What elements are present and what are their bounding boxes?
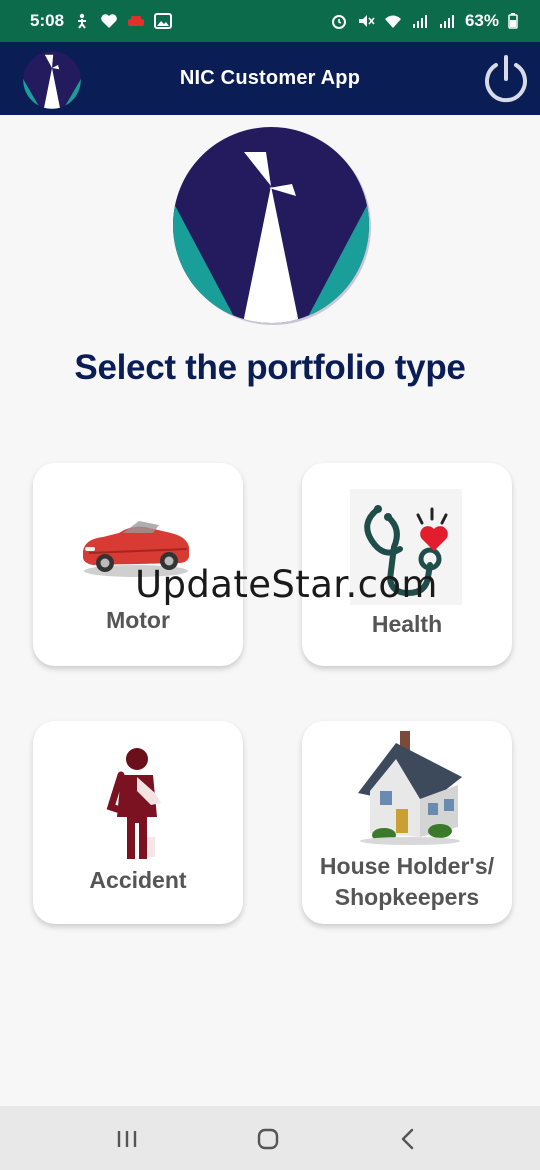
- home-icon[interactable]: [253, 1124, 283, 1154]
- motor-label: Motor: [106, 607, 170, 633]
- house-label-line1: House Holder's/: [319, 853, 495, 879]
- signal-icon: [411, 13, 429, 29]
- nav-bar: [0, 1106, 540, 1170]
- signal-icon-2: [438, 13, 456, 29]
- accident-card[interactable]: Accident: [33, 721, 243, 924]
- status-left: 5:08: [30, 11, 173, 31]
- back-icon[interactable]: [393, 1124, 423, 1154]
- app-title: NIC Customer App: [179, 67, 361, 89]
- fitness-icon: [73, 13, 91, 29]
- mute-icon: [357, 13, 375, 29]
- injured-person-icon: [103, 747, 173, 863]
- main-logo-icon: [170, 126, 372, 328]
- watermark: UpdateStar.com: [135, 563, 438, 606]
- app-bar: NIC Customer App: [0, 42, 540, 115]
- accident-label: Accident: [89, 867, 187, 893]
- alarm-icon: [330, 13, 348, 29]
- status-bar: 5:08 63%: [0, 0, 540, 42]
- nic-logo-icon: [22, 50, 82, 110]
- power-icon[interactable]: [480, 53, 532, 105]
- wifi-icon: [384, 13, 402, 29]
- page-title: Select the portfolio type: [74, 348, 466, 387]
- health-label: Health: [371, 611, 443, 637]
- heart-icon: [100, 13, 118, 29]
- battery-icon: [508, 13, 518, 29]
- status-right: 63%: [330, 11, 518, 31]
- house-label-line2: Shopkeepers: [334, 884, 480, 910]
- house-card[interactable]: House Holder's/ Shopkeepers: [302, 721, 512, 924]
- car-icon: [127, 13, 145, 29]
- house-icon: [354, 729, 466, 845]
- status-time: 5:08: [30, 11, 65, 30]
- image-icon: [154, 13, 173, 29]
- recent-apps-icon[interactable]: [112, 1124, 142, 1154]
- battery-percent: 63%: [464, 11, 499, 30]
